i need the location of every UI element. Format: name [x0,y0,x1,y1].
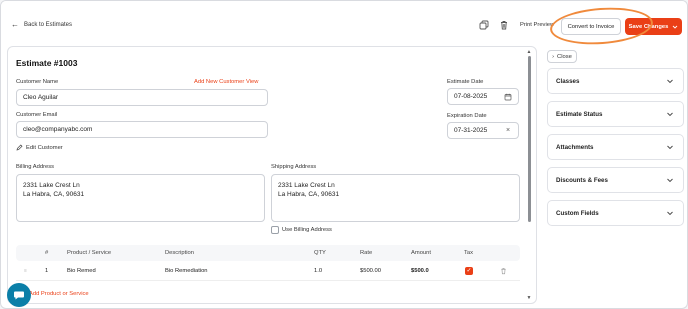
clear-icon[interactable]: × [504,127,512,135]
chevron-down-icon [672,25,678,29]
edit-customer-link[interactable]: Edit Customer [16,144,63,151]
section-label: Custom Fields [556,210,599,217]
chat-button[interactable] [7,283,31,307]
chevron-down-icon [667,178,673,183]
col-rate: Rate [360,250,373,256]
shipping-address-field[interactable]: 2331 Lake Crest Ln La Habra, CA, 90631 [271,174,520,222]
customer-email-field[interactable]: cleo@companyabc.com [16,121,268,138]
customer-name-value: Cleo Aguilar [23,94,59,101]
row-description[interactable]: Bio Remediation [165,268,208,274]
delete-row-icon[interactable] [500,267,507,274]
estimate-date-field[interactable]: 07-08-2025 [447,88,519,105]
close-label: Close [557,53,572,60]
add-new-customer-link[interactable]: Add New Customer [194,79,244,85]
pencil-icon [16,144,23,151]
customer-name-field[interactable]: Cleo Aguilar [16,89,268,106]
col-tax: Tax [464,250,474,256]
section-classes[interactable]: Classes [547,68,684,94]
row-amount: $500.0 [411,267,429,274]
col-description: Description [165,250,194,256]
scrollbar-thumb[interactable] [528,56,531,222]
section-label: Classes [556,78,580,85]
copy-icon[interactable] [479,20,489,30]
row-qty[interactable]: 1.0 [314,268,322,274]
section-discounts-fees[interactable]: Discounts & Fees [547,167,684,193]
arrow-left-icon: ← [11,20,19,29]
billing-line-1: 2331 Lake Crest Ln [23,182,80,189]
expiration-date-value: 07-31-2025 [454,127,488,134]
col-qty: QTY [314,250,326,256]
print-preview-link[interactable]: Print Preview [520,22,554,28]
line-items-table: # Product / Service Description QTY Rate… [16,245,520,281]
drag-handle-icon[interactable]: ≡ [24,268,27,274]
use-billing-address-checkbox[interactable] [271,226,279,234]
table-row[interactable]: ≡ 1 Bio Remed Bio Remediation 1.0 $500.0… [16,261,520,281]
customer-email-label: Customer Email [16,112,58,118]
close-panel-button[interactable]: › Close [547,50,577,63]
view-customer-link[interactable]: View [246,79,258,85]
calendar-icon[interactable] [504,93,512,101]
billing-address-label: Billing Address [16,164,55,170]
expiration-date-label: Expiration Date [447,113,487,119]
chat-icon [14,291,24,300]
back-label: Back to Estimates [24,22,73,28]
expiration-date-field[interactable]: 07-31-2025 × [447,122,519,139]
table-header: # Product / Service Description QTY Rate… [16,245,520,261]
shipping-line-1: 2331 Lake Crest Ln [278,182,335,189]
row-product[interactable]: Bio Remed [67,268,96,274]
row-number: 1 [45,267,49,274]
chevron-down-icon [667,145,673,150]
row-rate[interactable]: $500.00 [360,268,381,274]
save-changes-button[interactable]: Save Changes [625,18,682,35]
tax-checkbox[interactable]: ✓ [465,267,473,275]
section-label: Discounts & Fees [556,177,608,184]
col-product: Product / Service [67,250,112,256]
top-bar: ← Back to Estimates Print Preview Conver… [1,1,687,48]
billing-address-field[interactable]: 2331 Lake Crest Ln La Habra, CA, 90631 [16,174,265,222]
chevron-right-icon: › [552,53,555,60]
section-label: Attachments [556,144,594,151]
page-title: Estimate #1003 [16,58,78,68]
section-label: Estimate Status [556,111,603,118]
estimate-editor-window: ← Back to Estimates Print Preview Conver… [0,0,688,309]
add-product-link[interactable]: Add Product or Service [29,291,89,297]
trash-icon[interactable] [499,20,509,30]
back-to-estimates-link[interactable]: ← Back to Estimates [11,20,73,29]
shipping-address-label: Shipping Address [271,164,317,170]
chevron-down-icon [667,112,673,117]
section-custom-fields[interactable]: Custom Fields [547,200,684,226]
chevron-down-icon [667,79,673,84]
scroll-down-arrow[interactable]: ▼ [526,296,532,301]
col-number: # [45,250,49,256]
use-billing-address-label: Use Billing Address [282,227,332,233]
save-label: Save Changes [628,23,669,30]
section-estimate-status[interactable]: Estimate Status [547,101,684,127]
estimate-form-card: Estimate #1003 Customer Name Add New Cus… [7,46,537,304]
col-amount: Amount [411,250,431,256]
customer-name-label: Customer Name [16,79,59,85]
chevron-down-icon [667,211,673,216]
billing-line-2: La Habra, CA, 90631 [23,191,85,198]
scroll-up-arrow[interactable]: ▲ [526,50,532,55]
estimate-date-label: Estimate Date [447,79,484,85]
customer-email-value: cleo@companyabc.com [23,126,93,133]
estimate-date-value: 07-08-2025 [454,93,488,100]
convert-to-invoice-button[interactable]: Convert to Invoice [561,18,621,35]
section-attachments[interactable]: Attachments [547,134,684,160]
edit-customer-label: Edit Customer [26,144,63,151]
shipping-line-2: La Habra, CA, 90631 [278,191,340,198]
